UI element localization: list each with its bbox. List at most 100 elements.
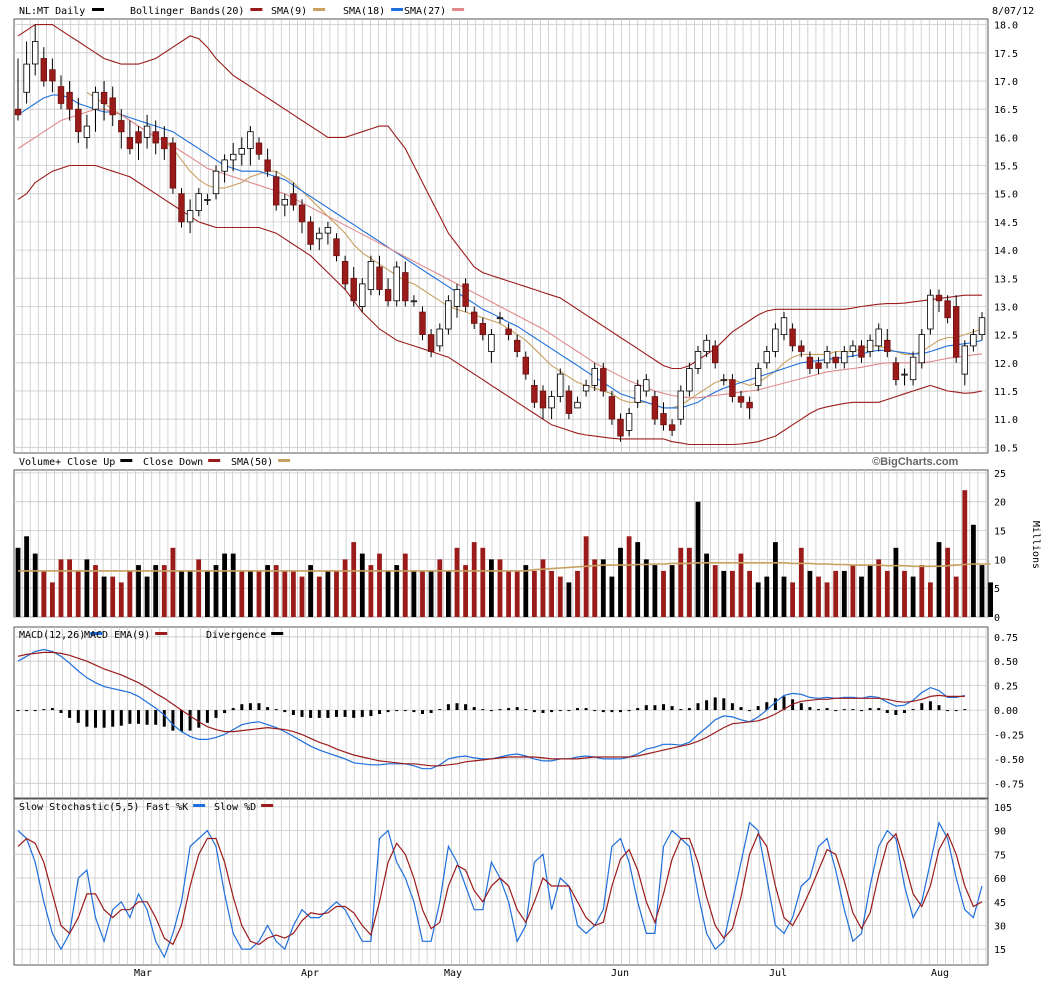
volume-bar-down [790,582,795,617]
macd-divergence-bar [128,710,132,724]
volume-bar-down [626,536,632,617]
macd-divergence-bar [231,708,235,711]
candle-up [694,351,702,369]
volume-bar-up [841,570,847,617]
price-tick-label: 18.0 [994,21,1018,32]
candle-down [384,289,392,302]
candle-up [677,390,684,420]
volume-bar-down [196,559,202,617]
macd-divergence-bar [748,710,752,712]
candle-down [858,345,865,358]
candle-up [496,317,504,320]
candle-up [32,41,39,65]
macd-divergence-bar [395,710,399,712]
macd-divergence-bar [489,710,493,712]
candle-up [281,198,288,206]
macd-divergence-bar [627,710,631,712]
volume-bar-down [962,490,968,617]
volume-bar-down [420,570,425,617]
volume-bar-up [936,542,942,617]
volume-bar-up [15,547,21,617]
candle-down [298,204,306,223]
volume-bar-up [205,570,210,617]
candle-up [763,351,770,364]
volume-bar-up [144,576,150,617]
volume-bar-down [291,570,296,617]
candle-down [350,277,357,302]
stoch-legend-swatch [193,804,206,807]
watermark: ©BigCharts.com [872,456,959,468]
candle-up [204,198,211,201]
price-tick-label: 12.0 [994,359,1018,370]
volume-bar-down [532,570,537,617]
macd-divergence-bar [817,709,820,711]
candle-up [238,148,245,155]
volume-bar-up [411,570,417,617]
macd-divergence-bar [223,710,227,713]
volume-bar-down [549,570,554,617]
volume-bar-down [592,559,598,617]
candle-up [582,384,590,392]
macd-divergence-bar [799,703,803,710]
macd-divergence-bar [593,710,597,712]
macd-tick-label: -0.25 [994,730,1024,741]
volume-bar-down [377,553,382,617]
price-tick-label: 16.0 [994,133,1018,144]
candle-down [514,339,521,352]
candle-up [229,153,237,161]
macd-divergence-bar [154,710,158,725]
candle-down [608,396,616,420]
macd-divergence-bar [963,709,967,711]
candle-down [798,345,805,352]
volume-bar-down [334,570,339,617]
macd-divergence-bar [532,710,536,713]
macd-divergence-bar [584,708,588,711]
vol-tick-label: 20 [994,498,1006,509]
volume-bar-up [600,559,606,617]
macd-divergence-bar [274,709,278,711]
candle-down [505,328,512,335]
macd-divergence-bar [309,710,313,718]
candle-down [100,91,108,105]
candle-up [841,351,848,364]
candle-down [427,334,435,352]
volume-bar-down [480,547,486,617]
macd-divergence-bar [386,710,390,713]
candle-up [780,317,788,336]
macd-divergence-bar [94,710,97,728]
macd-divergence-bar [137,710,140,724]
volume-bar-down [583,536,589,617]
volume-bar-down [239,570,245,617]
candle-down [944,300,951,319]
macd-divergence-bar [773,698,777,710]
candle-down [66,91,73,110]
candle-up [978,317,986,336]
macd-divergence-bar [352,710,356,718]
price-tick-label: 17.0 [994,77,1018,88]
candle-up [772,328,779,352]
volume-bar-up [153,565,159,617]
volume-bar-down [678,547,684,617]
candle-down [290,193,297,206]
macd-divergence-bar [446,704,450,711]
candle-down [14,108,22,116]
volume-bar-up [265,565,270,617]
candle-up [643,379,650,392]
volume-bar-up [910,576,916,617]
volume-bar-up [695,501,701,617]
candle-up [970,334,977,347]
price-tick-label: 15.5 [994,162,1018,173]
candle-down [651,396,659,420]
vol-tick-label: 0 [994,613,1000,624]
symbol-swatch [92,8,104,11]
volume-bar-down [118,582,124,617]
volume-bar-down [514,570,520,617]
price-tick-label: 11.5 [994,387,1018,398]
macd-tick-label: 0.50 [994,657,1018,668]
volume-bar-down [557,576,563,617]
vol-tick-label: 25 [994,469,1006,480]
volume-bar-down [712,565,718,617]
candle-up [324,227,332,234]
macd-divergence-bar [335,710,338,717]
macd-legend-label: MACD EMA(9) [84,630,150,641]
